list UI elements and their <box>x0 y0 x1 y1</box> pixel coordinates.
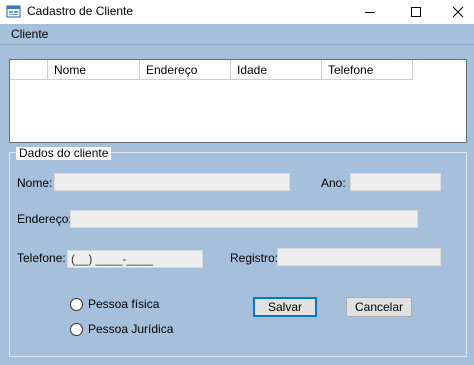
app-form-icon[interactable] <box>6 4 22 20</box>
radio-label-fisica: Pessoa física <box>88 297 160 311</box>
column-header-nome[interactable]: Nome <box>48 60 140 80</box>
radio-pessoa-juridica[interactable]: Pessoa Jurídica <box>70 322 173 336</box>
minimize-icon <box>365 12 375 13</box>
telefone-masked-input[interactable] <box>67 250 203 268</box>
column-header-blank[interactable] <box>10 60 48 80</box>
group-title: Dados do cliente <box>16 147 112 160</box>
telefone-label: Telefone: <box>17 251 66 265</box>
radio-circle[interactable] <box>70 322 83 336</box>
window-title: Cadastro de Cliente <box>27 4 134 18</box>
endereco-label: Endereço: <box>17 212 72 226</box>
client-list-view[interactable]: Nome Endereço Idade Telefone <box>9 59 467 143</box>
ano-input[interactable] <box>350 173 441 191</box>
ano-label: Ano: <box>321 176 346 190</box>
endereco-input[interactable] <box>70 210 418 228</box>
list-header: Nome Endereço Idade Telefone <box>10 60 413 80</box>
title-bar[interactable]: Cadastro de Cliente <box>0 0 474 24</box>
radio-label-juridica: Pessoa Jurídica <box>88 322 174 336</box>
maximize-icon <box>411 7 421 17</box>
salvar-button[interactable]: Salvar <box>253 297 317 317</box>
maximize-button[interactable] <box>398 0 434 24</box>
column-header-telefone[interactable]: Telefone <box>322 60 413 80</box>
main-window: Cadastro de Cliente Cliente Nome Endereç… <box>0 0 474 365</box>
close-icon <box>452 6 464 18</box>
registro-label: Registro: <box>230 251 279 265</box>
nome-label: Nome: <box>17 176 53 190</box>
menu-item-cliente[interactable]: Cliente <box>6 27 53 41</box>
column-header-endereco[interactable]: Endereço <box>140 60 231 80</box>
minimize-button[interactable] <box>352 0 388 24</box>
close-button[interactable] <box>440 0 474 24</box>
column-header-idade[interactable]: Idade <box>231 60 322 80</box>
menu-strip: Cliente <box>0 24 474 45</box>
radio-circle[interactable] <box>70 297 83 311</box>
radio-pessoa-fisica[interactable]: Pessoa física <box>70 297 159 311</box>
registro-input[interactable] <box>277 248 441 266</box>
nome-input[interactable] <box>54 173 290 191</box>
cancelar-button[interactable]: Cancelar <box>346 297 412 317</box>
